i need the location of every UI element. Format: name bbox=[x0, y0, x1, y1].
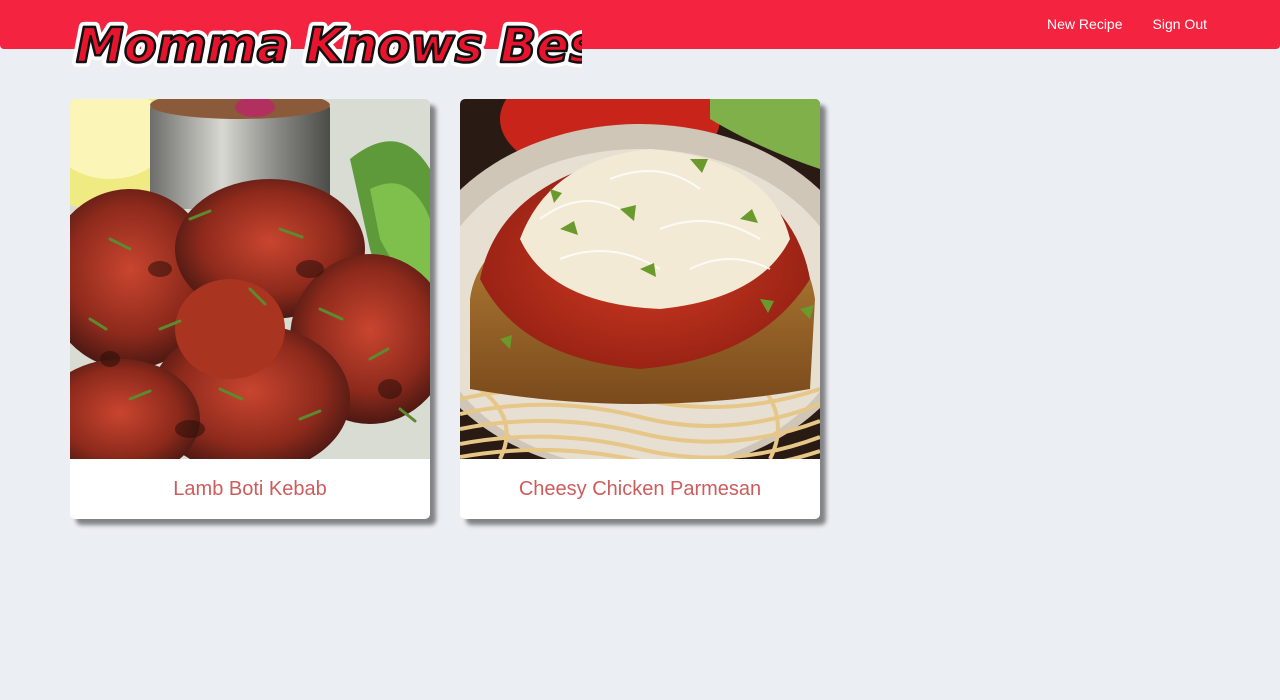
recipe-title[interactable]: Cheesy Chicken Parmesan bbox=[460, 459, 820, 519]
brand-logo-text-fill: Momma Knows Best! bbox=[76, 18, 582, 74]
new-recipe-link[interactable]: New Recipe bbox=[1032, 0, 1137, 49]
recipe-grid: Lamb Boti Kebab Cheesy Chicken Parmesan bbox=[70, 99, 820, 519]
recipe-card[interactable]: Lamb Boti Kebab bbox=[70, 99, 430, 519]
sign-out-link[interactable]: Sign Out bbox=[1138, 0, 1222, 49]
recipe-card[interactable]: Cheesy Chicken Parmesan bbox=[460, 99, 820, 519]
recipe-image-lamb-kebab[interactable] bbox=[70, 99, 430, 459]
nav-links: New Recipe Sign Out bbox=[1032, 0, 1222, 49]
recipe-title[interactable]: Lamb Boti Kebab bbox=[70, 459, 430, 519]
chicken-parmesan-photo bbox=[460, 99, 820, 459]
brand-logo-art: Momma Knows Best! Momma Knows Best! bbox=[72, 13, 582, 76]
lamb-kebab-photo bbox=[70, 99, 430, 459]
brand-logo[interactable]: Momma Knows Best! Momma Knows Best! bbox=[72, 10, 582, 76]
recipe-image-chicken-parmesan[interactable] bbox=[460, 99, 820, 459]
